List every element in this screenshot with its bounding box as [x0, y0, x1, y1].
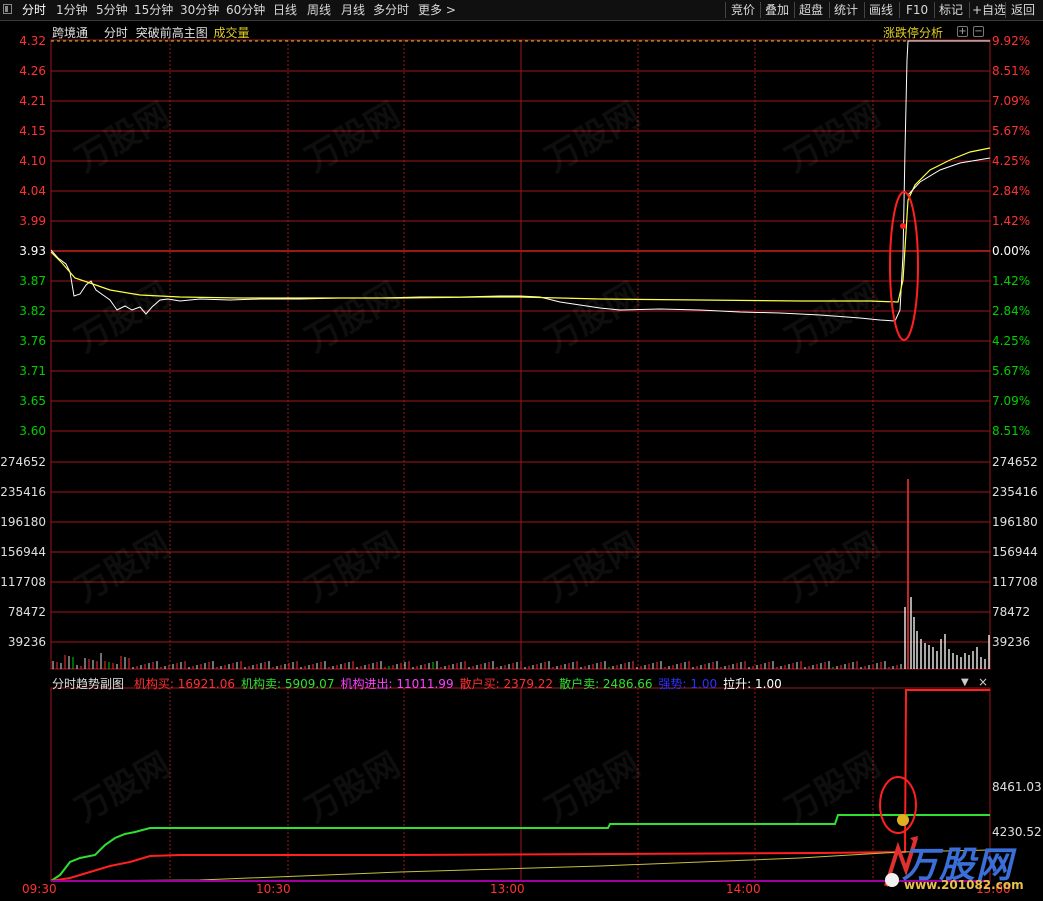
main-panel-header: 跨境通 分时 突破前高主图 成交量	[52, 24, 250, 41]
indicator-values: 机构买: 16921.06 机构卖: 5909.07 机构进出: 11011.99 散…	[128, 677, 782, 691]
indicator-label: 散户买:	[459, 677, 500, 691]
settings-icon[interactable]: −	[973, 26, 984, 37]
signal-dot	[900, 223, 906, 229]
indicator-number: 1.00	[751, 677, 782, 691]
volume-tick-label: 78472	[7, 605, 46, 619]
stock-name: 跨境通	[52, 26, 89, 40]
pct-tick-label: 5.67%	[992, 124, 1031, 138]
indicator-label: 拉升:	[723, 677, 752, 691]
price-tick-label: 3.99	[19, 214, 46, 228]
indicator-value: 散户买: 2379.22	[460, 677, 553, 691]
pct-tick-label: 4.25%	[992, 334, 1031, 348]
time-axis-label: 10:30	[256, 882, 291, 896]
indicator-number: 11011.99	[392, 677, 454, 691]
volume-tick-label: 156944	[0, 545, 46, 559]
price-tick-label: 3.71	[19, 364, 46, 378]
collapse-icon[interactable]: ▼	[961, 677, 969, 689]
indicator-value: 散户卖: 2486.66	[559, 677, 652, 691]
volume-tick-label: 196180	[0, 515, 46, 529]
indicator-number: 1.00	[686, 677, 718, 691]
volume-tick-label: 117708	[0, 575, 46, 589]
volume-tick-label: 235416	[992, 485, 1038, 499]
price-tick-label: 3.82	[19, 304, 46, 318]
price-tick-label: 3.65	[19, 394, 46, 408]
indicator-label: 机构进出:	[340, 677, 393, 691]
indicator-name[interactable]: 突破前高主图	[136, 26, 208, 40]
site-logo: 万股网 www.201082.com	[880, 830, 1040, 896]
timeshare-chart[interactable]	[0, 0, 1043, 901]
volume-label[interactable]: 成交量	[214, 26, 250, 40]
highlight-ellipse	[879, 776, 917, 834]
volume-tick-label: 156944	[992, 545, 1038, 559]
indicator-label: 散户卖:	[559, 677, 600, 691]
pct-tick-label: 9.92%	[992, 34, 1031, 48]
close-icon[interactable]: ×	[978, 676, 988, 688]
price-tick-label: 4.15	[19, 124, 46, 138]
pct-tick-label: 4.25%	[992, 154, 1031, 168]
chart-mode-label: 分时	[103, 26, 128, 40]
volume-tick-label: 39236	[992, 635, 1031, 649]
pct-tick-label: 5.67%	[992, 364, 1031, 378]
pct-tick-label: 2.84%	[992, 184, 1031, 198]
price-tick-label: 4.21	[19, 94, 46, 108]
volume-tick-label: 274652	[992, 455, 1038, 469]
volume-tick-label: 39236	[7, 635, 46, 649]
price-tick-label: 3.76	[19, 334, 46, 348]
price-tick-label: 3.93	[19, 244, 46, 258]
time-axis-label: 13:00	[490, 882, 525, 896]
price-line-upper	[907, 157, 991, 196]
price-tick-label: 4.32	[19, 34, 46, 48]
indicator-value: 拉升: 1.00	[723, 677, 782, 691]
volume-tick-label: 117708	[992, 575, 1038, 589]
price-tick-label: 4.26	[19, 64, 46, 78]
indicator-number: 2379.22	[499, 677, 554, 691]
indicator-value: 强势: 1.00	[659, 677, 718, 691]
indicator-value: 机构进出: 11011.99	[340, 677, 453, 691]
price-tick-label: 3.87	[19, 274, 46, 288]
pct-tick-label: 8.51%	[992, 64, 1031, 78]
pct-tick-label: 1.42%	[992, 274, 1031, 288]
indicator-number: 2486.66	[599, 677, 653, 691]
volume-tick-label: 274652	[0, 455, 46, 469]
signal-marker	[897, 814, 909, 826]
sub-panel-header: 分时趋势副图 机构买: 16921.06 机构卖: 5909.07 机构进出: 11…	[52, 675, 782, 692]
pct-tick-label: 0.00%	[992, 244, 1031, 258]
sub-panel-title[interactable]: 分时趋势副图	[52, 677, 124, 691]
price-tick-label: 3.60	[19, 424, 46, 438]
price-tick-label: 4.04	[19, 184, 46, 198]
pct-tick-label: 1.42%	[992, 214, 1031, 228]
indicator-value: 机构买: 16921.06	[134, 677, 235, 691]
indicator-value: 机构卖: 5909.07	[241, 677, 334, 691]
indicator-label: 机构买:	[133, 677, 174, 691]
indicator-label: 机构卖:	[240, 677, 282, 691]
limit-analysis-link[interactable]: 涨跌停分析	[883, 24, 943, 41]
sub-tick-label: 8461.03	[992, 780, 1042, 794]
time-axis-label: 14:00	[726, 882, 761, 896]
add-indicator-icon[interactable]: +	[957, 26, 968, 37]
volume-tick-label: 235416	[0, 485, 46, 499]
volume-tick-label: 78472	[992, 605, 1031, 619]
pct-tick-label: 8.51%	[992, 424, 1031, 438]
pct-tick-label: 2.84%	[992, 304, 1031, 318]
logo-url: www.201082.com	[904, 878, 1024, 892]
pct-tick-label: 7.09%	[992, 394, 1031, 408]
indicator-number: 5909.07	[281, 677, 335, 691]
volume-tick-label: 196180	[992, 515, 1038, 529]
time-axis-label: 09:30	[22, 882, 57, 896]
indicator-label: 强势:	[658, 677, 687, 691]
price-tick-label: 4.10	[19, 154, 46, 168]
indicator-number: 16921.06	[173, 677, 235, 691]
pct-tick-label: 7.09%	[992, 94, 1031, 108]
